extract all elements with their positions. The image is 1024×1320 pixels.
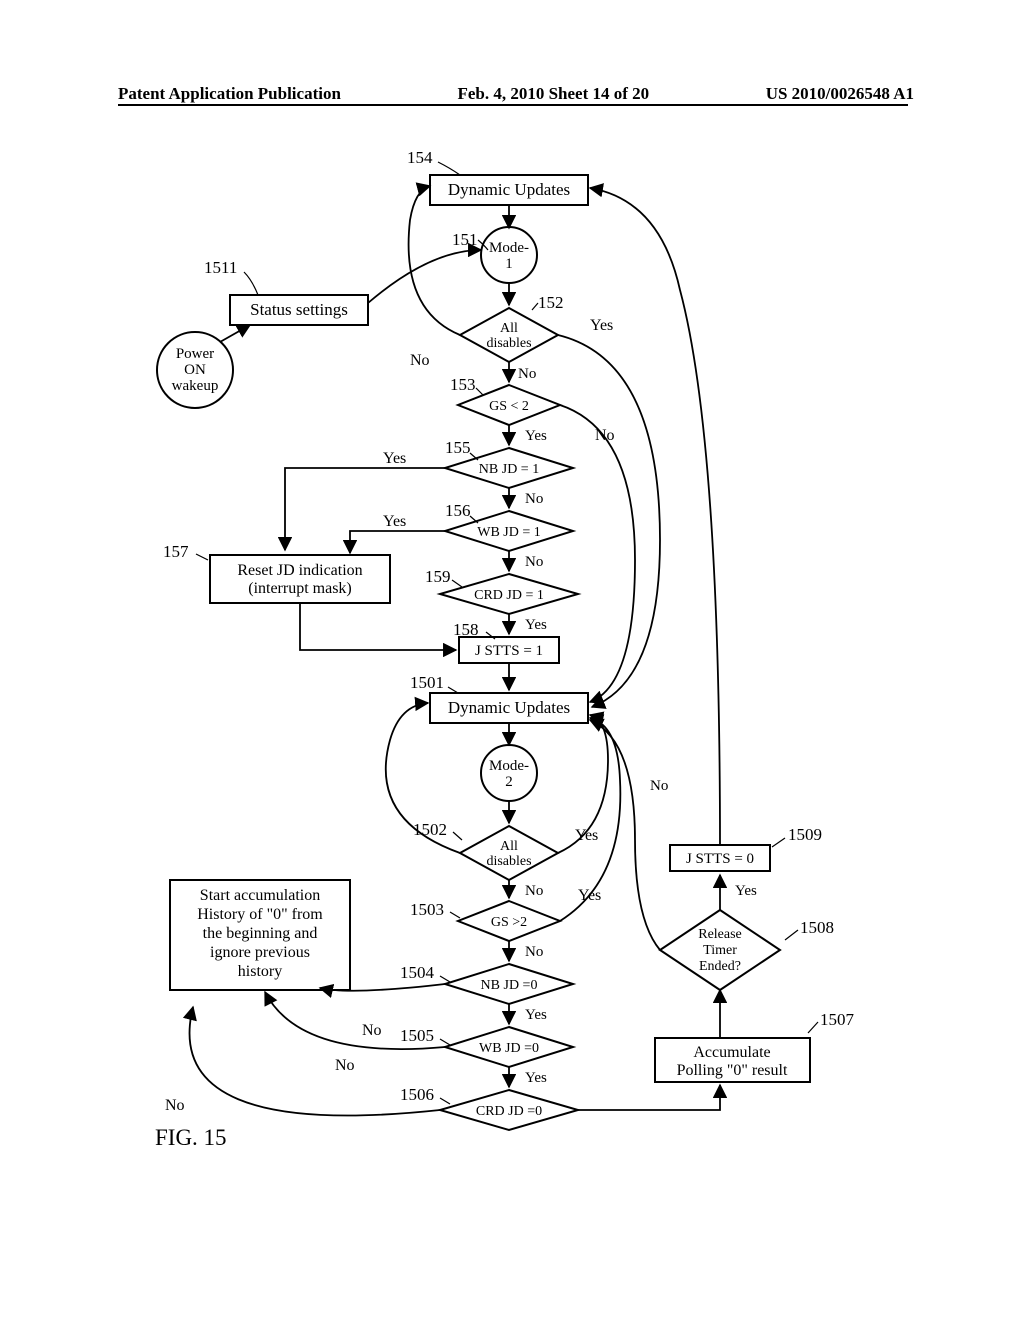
start-accum-l3: the beginning and xyxy=(203,925,318,942)
wbjd-1-text: WB JD = 1 xyxy=(477,525,541,540)
header-left: Patent Application Publication xyxy=(118,84,341,104)
accum-poll-l1: Accumulate xyxy=(693,1044,770,1061)
ref-151: 151 xyxy=(452,230,478,249)
no-155: No xyxy=(525,491,543,507)
crdjd-0-text: CRD JD =0 xyxy=(476,1104,542,1119)
mode-2-l1: Mode- xyxy=(489,758,529,774)
wbjd-0-text: WB JD =0 xyxy=(479,1041,539,1056)
no-1506: No xyxy=(165,1097,185,1114)
ref-1511: 1511 xyxy=(204,258,237,277)
status-settings-text: Status settings xyxy=(250,300,348,319)
dynamic-updates-1-text: Dynamic Updates xyxy=(448,180,570,199)
release-timer-l1: Release xyxy=(698,927,742,942)
no-152-left: No xyxy=(410,352,430,369)
ref-155: 155 xyxy=(445,438,471,457)
all-disables-1-l1: All xyxy=(500,321,518,336)
yes-152: Yes xyxy=(590,317,613,334)
power-on-l2: ON xyxy=(184,362,206,378)
no-1505: No xyxy=(335,1057,355,1074)
ref-1508: 1508 xyxy=(800,918,834,937)
nbjd-0-text: NB JD =0 xyxy=(481,978,538,993)
ref-1505: 1505 xyxy=(400,1026,434,1045)
reset-jd-l2: (interrupt mask) xyxy=(248,580,352,597)
power-on-l1: Power xyxy=(176,346,214,362)
start-accum-l5: history xyxy=(238,963,282,980)
ref-157: 157 xyxy=(163,542,189,561)
all-disables-2-l2: disables xyxy=(486,854,531,869)
ref-1506: 1506 xyxy=(400,1085,434,1104)
release-timer-l3: Ended? xyxy=(699,959,741,974)
yes-1504: Yes xyxy=(525,1007,547,1023)
start-accum-l2: History of "0" from xyxy=(197,906,323,923)
gs-gt-2-text: GS >2 xyxy=(491,915,527,930)
all-disables-2-l1: All xyxy=(500,839,518,854)
mode-2-l2: 2 xyxy=(505,774,513,790)
start-accum-l4: ignore previous xyxy=(210,944,310,961)
ref-1504: 1504 xyxy=(400,963,435,982)
crdjd-1-text: CRD JD = 1 xyxy=(474,588,544,603)
ref-154: 154 xyxy=(407,148,433,167)
no-156: No xyxy=(525,554,543,570)
ref-1507: 1507 xyxy=(820,1010,855,1029)
yes-1508: Yes xyxy=(735,883,757,899)
accum-poll-l2: Polling "0" result xyxy=(677,1062,788,1079)
ref-1501: 1501 xyxy=(410,673,444,692)
header-divider xyxy=(118,104,908,106)
jstts-1-text: J STTS = 1 xyxy=(475,643,543,659)
all-disables-1-l2: disables xyxy=(486,336,531,351)
nbjd-1-text: NB JD = 1 xyxy=(479,462,539,477)
release-timer-l2: Timer xyxy=(703,943,737,958)
dynamic-updates-2-text: Dynamic Updates xyxy=(448,698,570,717)
mode-1-text-l1: Mode- xyxy=(489,240,529,256)
ref-1502: 1502 xyxy=(413,820,447,839)
yes-155: Yes xyxy=(383,450,406,467)
no-1508: No xyxy=(650,778,668,794)
gs-lt-2-text: GS < 2 xyxy=(489,399,529,414)
flowchart-diagram: Dynamic Updates 154 Mode- 1 151 Status s… xyxy=(100,140,924,1290)
header-center: Feb. 4, 2010 Sheet 14 of 20 xyxy=(457,84,649,104)
mode-1-text-l2: 1 xyxy=(505,256,513,272)
jstts-0-text: J STTS = 0 xyxy=(686,851,754,867)
ref-1509: 1509 xyxy=(788,825,822,844)
no-1503: No xyxy=(525,944,543,960)
yes-153: Yes xyxy=(525,428,547,444)
fig-label: FIG. 15 xyxy=(155,1125,227,1150)
ref-153: 153 xyxy=(450,375,476,394)
yes-159: Yes xyxy=(525,617,547,633)
no-1502: No xyxy=(525,883,543,899)
no-152-down: No xyxy=(518,366,536,382)
ref-1503: 1503 xyxy=(410,900,444,919)
yes-1502: Yes xyxy=(575,827,598,844)
ref-156: 156 xyxy=(445,501,471,520)
no-1504: No xyxy=(362,1022,382,1039)
yes-1505: Yes xyxy=(525,1070,547,1086)
power-on-l3: wakeup xyxy=(172,378,219,394)
yes-156: Yes xyxy=(383,513,406,530)
ref-159: 159 xyxy=(425,567,451,586)
start-accum-l1: Start accumulation xyxy=(200,887,320,904)
ref-152: 152 xyxy=(538,293,564,312)
reset-jd-l1: Reset JD indication xyxy=(237,562,362,579)
header-right: US 2010/0026548 A1 xyxy=(766,84,914,104)
